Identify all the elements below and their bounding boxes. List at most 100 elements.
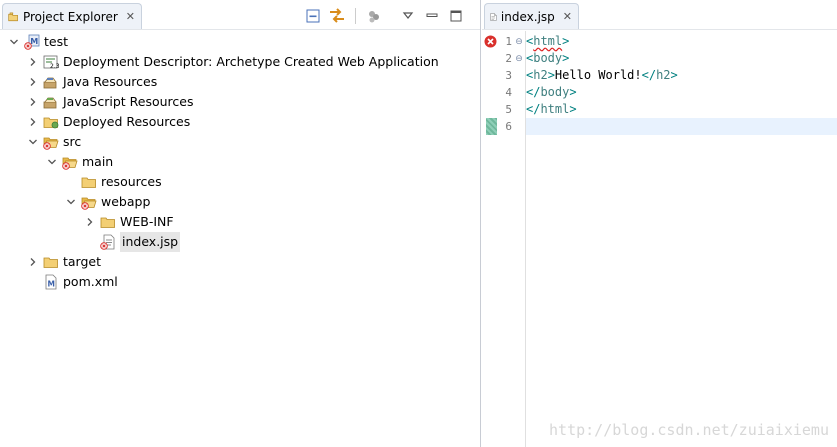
code-token: </ <box>641 68 657 82</box>
tree-item-deployment-descriptor-archetype-created-web-application[interactable]: 2.3 Deployment Descriptor: Archetype Crea… <box>0 52 480 72</box>
project-explorer-tab[interactable]: Project Explorer ✕ <box>2 3 142 29</box>
chevron-right-icon[interactable] <box>27 92 39 112</box>
collapse-all-icon[interactable] <box>303 7 323 25</box>
svg-text:2.3: 2.3 <box>50 63 59 70</box>
code-area[interactable]: <html> <body> <h2>Hello World!</h2> </body>… <box>526 31 837 447</box>
tree-item-test[interactable]: Mtest <box>0 32 480 52</box>
javascript-resources-icon <box>43 94 59 110</box>
project-explorer-icon <box>8 12 18 21</box>
maven-project-error-icon: M <box>24 34 40 50</box>
filters-icon[interactable] <box>364 7 384 25</box>
chevron-right-icon[interactable] <box>27 72 39 92</box>
code-line[interactable]: <h2>Hello World!</h2> <box>526 67 837 84</box>
chevron-right-icon[interactable] <box>27 112 39 132</box>
chevron-down-icon[interactable] <box>46 152 58 172</box>
code-token: > <box>562 34 570 48</box>
folder-icon <box>100 214 116 230</box>
code-line[interactable]: <body> <box>526 50 837 67</box>
svg-text:M: M <box>48 280 55 289</box>
code-token: body <box>533 51 563 65</box>
line-number: 1 <box>505 35 512 48</box>
chevron-right-icon[interactable] <box>27 252 39 272</box>
fold-toggle-icon[interactable]: ⊖ <box>514 33 524 50</box>
tree-item-index-jsp[interactable]: index.jsp <box>0 232 480 252</box>
chevron-down-icon[interactable] <box>8 32 20 52</box>
watermark: http://blog.csdn.net/zuiaixiemu <box>549 421 829 439</box>
tree-item-label: src <box>63 134 82 149</box>
line-number-gutter: 1 ⊖ 2 ⊖ 3 4 5 6 <box>498 31 526 447</box>
folder-error-icon <box>43 134 59 150</box>
code-line[interactable] <box>526 118 837 135</box>
line-number: 3 <box>505 69 512 82</box>
deployed-resources-icon <box>43 114 59 130</box>
close-icon[interactable]: ✕ <box>126 10 135 23</box>
code-token: > <box>569 85 577 99</box>
annotation-ruler[interactable] <box>482 31 498 447</box>
tree-item-label: main <box>82 154 114 169</box>
tree-item-src[interactable]: src <box>0 132 480 152</box>
code-line[interactable]: <html> <box>526 33 837 50</box>
maximize-icon[interactable] <box>446 7 466 25</box>
editor-tab-index-jsp[interactable]: index.jsp ✕ <box>484 3 579 29</box>
link-with-editor-icon[interactable] <box>327 7 347 25</box>
tree-item-label: webapp <box>101 194 151 209</box>
tree-item-label: pom.xml <box>63 274 118 289</box>
code-token: body <box>540 85 570 99</box>
minimize-icon[interactable] <box>422 7 442 25</box>
tree-item-label: test <box>44 34 69 49</box>
pom-file-icon: M <box>43 274 59 290</box>
tree-item-resources[interactable]: resources <box>0 172 480 192</box>
tree-item-deployed-resources[interactable]: Deployed Resources <box>0 112 480 132</box>
jsp-file-icon <box>490 12 497 21</box>
chevron-down-icon[interactable] <box>27 132 39 152</box>
chevron-right-icon[interactable] <box>84 212 96 232</box>
tree-item-java-resources[interactable]: Java Resources <box>0 72 480 92</box>
tree-item-javascript-resources[interactable]: JavaScript Resources <box>0 92 480 112</box>
code-line[interactable]: </body> <box>526 84 837 101</box>
code-token: > <box>670 68 678 82</box>
code-line[interactable]: </html> <box>526 101 837 118</box>
tree-item-main[interactable]: main <box>0 152 480 172</box>
tree-item-label: Java Resources <box>63 74 158 89</box>
chevron-down-icon[interactable] <box>65 192 77 212</box>
editor-view: index.jsp ✕ 1 ⊖ 2 ⊖ 3 4 5 6 <html> <body> <h2>Hel… <box>482 0 837 447</box>
code-token: h2 <box>533 68 548 82</box>
close-icon[interactable]: ✕ <box>563 10 572 23</box>
java-resources-icon <box>43 74 59 90</box>
error-marker-icon[interactable] <box>484 35 497 48</box>
toolbar-separator <box>355 8 356 24</box>
tree-item-label: target <box>63 254 102 269</box>
deployment-descriptor-icon: 2.3 <box>43 54 60 70</box>
fold-toggle-icon[interactable]: ⊖ <box>514 50 524 67</box>
tree-item-web-inf[interactable]: WEB-INF <box>0 212 480 232</box>
tree-item-target[interactable]: target <box>0 252 480 272</box>
code-token: Hello World! <box>554 68 642 82</box>
tree-item-label: JavaScript Resources <box>63 94 194 109</box>
view-menu-icon[interactable] <box>398 7 418 25</box>
chevron-right-icon[interactable] <box>27 52 39 72</box>
code-token: > <box>547 68 555 82</box>
project-explorer-tab-label: Project Explorer <box>22 9 118 24</box>
project-tree: Mtest 2.3 Deployment Descriptor: Archetype… <box>0 32 480 292</box>
code-token: html <box>540 102 570 116</box>
tree-item-pom-xml[interactable]: Mpom.xml <box>0 272 480 292</box>
line-number: 4 <box>505 86 512 99</box>
line-number: 2 <box>505 52 512 65</box>
code-token: > <box>562 51 570 65</box>
project-explorer-view: Project Explorer ✕ Mtest 2.3 Deployment … <box>0 0 481 447</box>
line-number: 6 <box>505 120 512 133</box>
folder-icon <box>81 174 97 190</box>
code-editor[interactable]: 1 ⊖ 2 ⊖ 3 4 5 6 <html> <body> <h2>Hello World!</h… <box>482 31 837 447</box>
current-line-marker <box>486 118 497 135</box>
tree-item-label: index.jsp <box>120 232 181 252</box>
tree-item-webapp[interactable]: webapp <box>0 192 480 212</box>
tree-item-label: Deployed Resources <box>63 114 191 129</box>
code-token: > <box>569 102 577 116</box>
project-explorer-tabbar: Project Explorer ✕ <box>0 0 480 30</box>
tree-item-label: Deployment Descriptor: Archetype Created… <box>63 54 439 69</box>
editor-tabbar: index.jsp ✕ <box>482 0 837 30</box>
tree-item-label: WEB-INF <box>120 214 174 229</box>
code-token: h2 <box>656 68 671 82</box>
editor-tab-label: index.jsp <box>500 9 555 24</box>
jsp-file-error-icon <box>100 234 116 250</box>
